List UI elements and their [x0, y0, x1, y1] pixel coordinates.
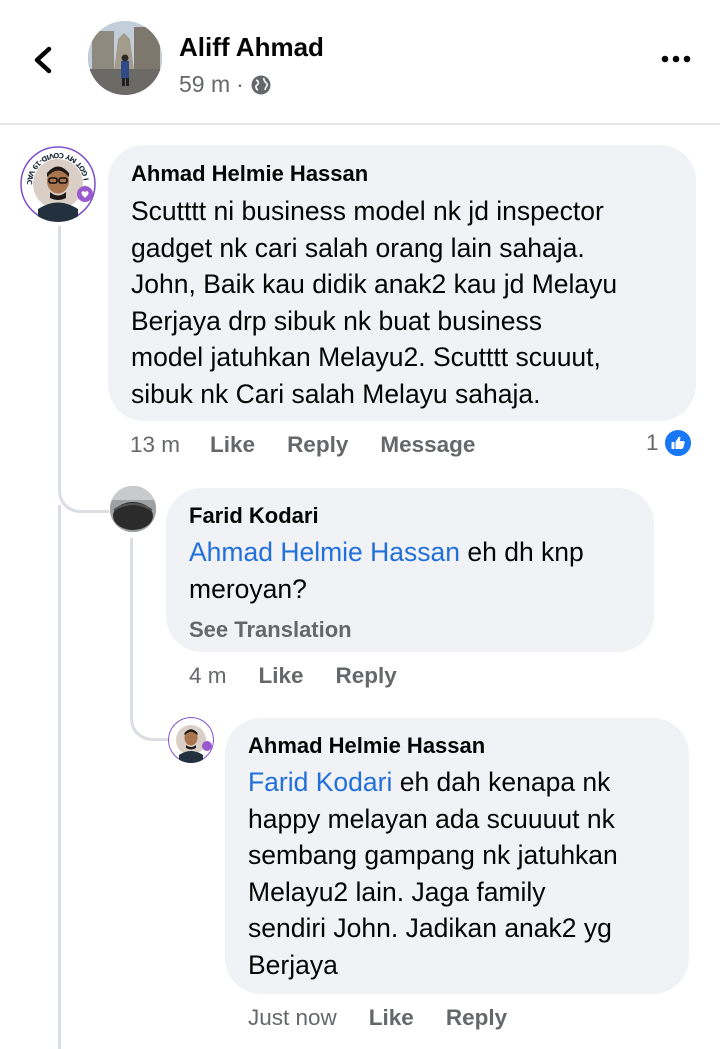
comment-bubble[interactable]: Ahmad Helmie Hassan Scutttt ni business …	[108, 145, 696, 421]
comment-text-segment: eh dh knp	[460, 537, 584, 567]
comment-actions: 13 m Like Reply Message	[130, 430, 475, 460]
post-header: Aliff Ahmad 59 m ·	[0, 0, 720, 123]
globe-icon	[251, 75, 271, 94]
commenter-avatar[interactable]	[168, 717, 214, 763]
thread-line	[130, 538, 169, 741]
comment-actions: Just now Like Reply	[248, 1003, 507, 1033]
reply-button[interactable]: Reply	[446, 1005, 507, 1031]
comment-text-line: Ahmad Helmie Hassan eh dh knp	[189, 534, 632, 571]
comment-text-line: meroyan?	[189, 573, 307, 604]
header-divider	[0, 123, 720, 125]
like-thumb-icon	[662, 428, 693, 458]
comment-time[interactable]: 13 m	[130, 432, 180, 458]
meta-separator: ·	[236, 71, 244, 97]
reaction-count: 1	[646, 430, 659, 455]
back-arrow-icon[interactable]	[28, 40, 58, 80]
comment-text-line: John, Baik kau didik anak2 kau jd Melayu	[131, 269, 618, 299]
comment-bubble[interactable]: Ahmad Helmie Hassan Farid Kodari eh dah …	[225, 718, 689, 994]
commenter-avatar[interactable]: I GOT MY COVID-19 VACCINE	[20, 146, 96, 222]
like-button[interactable]: Like	[259, 663, 304, 689]
comment-author[interactable]: Ahmad Helmie Hassan	[248, 733, 667, 759]
comment-text-line: happy melayan ada scuuuut nk	[248, 803, 615, 834]
commenter-avatar[interactable]	[110, 486, 156, 532]
reply-button[interactable]: Reply	[336, 663, 397, 689]
thread-line	[58, 226, 109, 513]
mention-link[interactable]: Farid Kodari	[248, 767, 392, 797]
like-button[interactable]: Like	[210, 432, 255, 458]
comment-text-line: sendiri John. Jadikan anak2 yg	[248, 913, 612, 943]
comment-time[interactable]: 4 m	[189, 663, 227, 689]
post-time: 59 m	[179, 71, 231, 97]
comment-text-line: gadget nk cari salah orang lain sahaja.	[131, 232, 585, 263]
comment-actions: 4 m Like Reply	[189, 661, 397, 691]
thread-line	[58, 505, 61, 1049]
comment-bubble[interactable]: Farid Kodari Ahmad Helmie Hassan eh dh k…	[166, 488, 654, 652]
see-translation-link[interactable]: See Translation	[189, 617, 632, 643]
message-button[interactable]: Message	[380, 432, 475, 458]
reaction-summary[interactable]: 1	[646, 428, 693, 458]
reply-button[interactable]: Reply	[287, 432, 348, 458]
comment-text-line: Scutttt ni business model nk jd inspecto…	[131, 196, 604, 226]
comment-text-line: sembang gampang nk jatuhkan	[248, 840, 618, 870]
comment-time[interactable]: Just now	[248, 1005, 337, 1031]
poster-avatar[interactable]	[88, 21, 162, 95]
post-meta: 59 m ·	[179, 71, 272, 98]
more-icon[interactable]	[660, 52, 692, 66]
comment-text-line: Farid Kodari eh dah kenapa nk	[248, 764, 667, 801]
like-button[interactable]: Like	[369, 1005, 414, 1031]
comment-text-line: model jatuhkan Melayu2. Scutttt scuuut,	[131, 342, 601, 372]
comment-text-line: Berjaya	[248, 949, 338, 980]
comment-author[interactable]: Farid Kodari	[189, 503, 632, 529]
comment-text: Ahmad Helmie Hassan eh dh knp meroyan?	[189, 534, 632, 607]
comment-text-line: Berjaya drp sibuk nk buat business	[131, 305, 542, 336]
comment-text-line: Melayu2 lain. Jaga family	[248, 876, 546, 907]
comment-author[interactable]: Ahmad Helmie Hassan	[131, 161, 674, 187]
comment-text: Farid Kodari eh dah kenapa nk happy mela…	[248, 764, 667, 983]
comment-text-segment: eh dah kenapa nk	[392, 767, 611, 797]
comment-text-line: sibuk nk Cari salah Melayu sahaja.	[131, 378, 541, 409]
comment-text: Scutttt ni business model nk jd inspecto…	[131, 193, 674, 412]
mention-link[interactable]: Ahmad Helmie Hassan	[189, 537, 460, 567]
poster-name[interactable]: Aliff Ahmad	[179, 32, 324, 63]
